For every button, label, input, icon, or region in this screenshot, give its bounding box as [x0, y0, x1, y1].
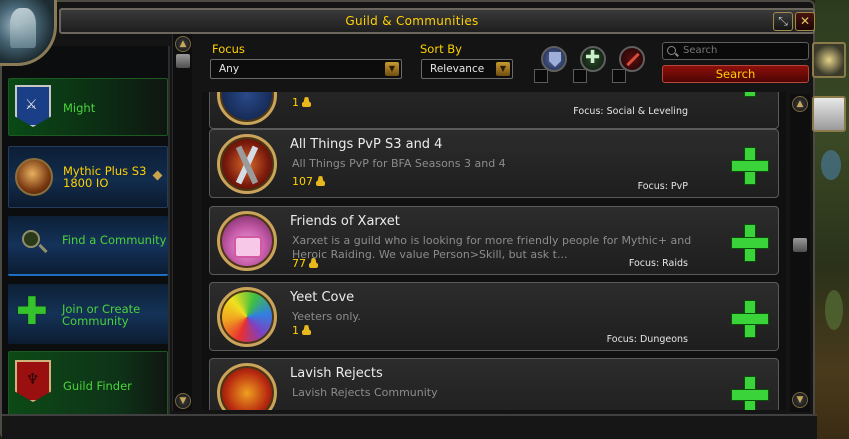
community-name: Lavish Rejects: [290, 366, 383, 381]
member-count-value: 1: [292, 96, 299, 109]
community-description: Xarxet is a guild who is looking for mor…: [292, 234, 692, 261]
guild-communities-window: Guild & Communities ⤡ ✕ ⚔ Might Mythic P…: [0, 0, 817, 439]
focus-label: Focus: [212, 42, 245, 56]
collapse-button[interactable]: ⤡: [773, 12, 793, 31]
focus-dropdown[interactable]: Any ▼: [210, 59, 402, 79]
scroll-down-button[interactable]: ▼: [792, 392, 808, 408]
member-count: 1: [292, 96, 311, 109]
sort-value: Relevance: [430, 63, 485, 75]
community-emblem-icon: [217, 363, 277, 410]
member-count-value: 1: [292, 324, 299, 337]
communities-tab-icon[interactable]: [812, 42, 846, 78]
list-item[interactable]: All Things PvP S3 and 4 All Things PvP f…: [209, 129, 779, 198]
community-name: Friends of Xarxet: [290, 214, 400, 229]
scroll-thumb[interactable]: [176, 54, 190, 68]
list-item[interactable]: Friends of Xarxet Xarxet is a guild who …: [209, 206, 779, 275]
sidebar-item-label: Guild Finder: [63, 379, 132, 393]
list-item[interactable]: Yeet Cove Yeeters only. 1 Focus: Dungeon…: [209, 282, 779, 351]
search-input[interactable]: Search: [662, 42, 809, 60]
sort-dropdown[interactable]: Relevance ▼: [421, 59, 513, 79]
tank-role-checkbox[interactable]: [534, 69, 548, 83]
plus-icon: ✚: [16, 289, 48, 333]
add-community-button[interactable]: [731, 376, 769, 410]
scroll-up-button[interactable]: ▲: [792, 96, 808, 112]
sidebar-item-join-create[interactable]: ✚ Join or Create Community: [8, 284, 168, 344]
title-bar[interactable]: Guild & Communities ⤡ ✕: [59, 8, 815, 34]
community-focus: Focus: PvP: [637, 181, 688, 192]
sidebar-item-mythic-plus[interactable]: Mythic Plus S3 1800 IO: [8, 146, 168, 208]
community-description: Lavish Rejects Community: [292, 386, 438, 399]
scroll-up-button[interactable]: ▲: [175, 36, 191, 52]
sidebar-item-sublabel: 1800 IO: [63, 176, 109, 190]
healer-role-checkbox[interactable]: [573, 69, 587, 83]
community-sidebar: ⚔ Might Mythic Plus S3 1800 IO Find a Co…: [2, 46, 170, 439]
member-count: 107: [292, 175, 325, 188]
add-community-button[interactable]: [731, 147, 769, 185]
sidebar-scrollbar[interactable]: ▲ ▼: [172, 34, 192, 411]
community-avatar-icon: [15, 158, 53, 196]
member-count: 1: [292, 324, 311, 337]
results-scrollbar[interactable]: ▲ ▼: [790, 94, 810, 412]
sidebar-item-label: Find a Community: [62, 233, 167, 247]
sidebar-item-find-community[interactable]: Find a Community: [8, 216, 168, 276]
community-results-list: 1 Focus: Social & Leveling All Things Pv…: [202, 92, 786, 410]
scroll-down-button[interactable]: ▼: [175, 393, 191, 409]
sidebar-item-guild-finder[interactable]: ♆ Guild Finder: [8, 351, 168, 419]
damage-role-checkbox[interactable]: [612, 69, 626, 83]
add-community-button[interactable]: [731, 300, 769, 338]
community-focus: Focus: Social & Leveling: [573, 106, 688, 117]
community-emblem-icon: [217, 287, 277, 347]
close-button[interactable]: ✕: [795, 12, 815, 31]
window-title: Guild & Communities: [345, 14, 479, 28]
add-community-button[interactable]: [731, 224, 769, 262]
sidebar-item-might[interactable]: ⚔ Might: [8, 78, 168, 136]
roster-tab-icon[interactable]: [812, 96, 846, 132]
add-community-button[interactable]: [731, 92, 769, 97]
community-emblem-icon: [217, 211, 277, 271]
member-count: 77: [292, 257, 318, 270]
scroll-thumb[interactable]: [793, 238, 807, 252]
list-item[interactable]: 1 Focus: Social & Leveling: [209, 92, 779, 129]
sidebar-item-label: Join or Create Community: [62, 302, 141, 328]
community-focus: Focus: Raids: [628, 258, 688, 269]
chevron-down-icon: ▼: [496, 62, 510, 76]
search-button[interactable]: Search: [662, 65, 809, 83]
list-item[interactable]: Lavish Rejects Lavish Rejects Community: [209, 358, 779, 410]
focus-value: Any: [219, 63, 240, 75]
community-name: Yeet Cove: [290, 290, 355, 305]
community-description: Yeeters only.: [292, 310, 361, 323]
person-icon: [316, 176, 325, 186]
diamond-icon: [152, 170, 163, 181]
sort-label: Sort By: [420, 42, 462, 56]
community-focus: Focus: Dungeons: [606, 334, 688, 345]
member-count-value: 77: [292, 257, 306, 270]
community-emblem-icon: [217, 134, 277, 194]
guild-banner-icon: ⚔: [15, 85, 51, 127]
member-count-value: 107: [292, 175, 313, 188]
person-icon: [309, 258, 318, 268]
community-name: All Things PvP S3 and 4: [290, 137, 443, 152]
person-icon: [302, 97, 311, 107]
magnifier-icon: [22, 230, 48, 254]
chevron-down-icon: ▼: [385, 62, 399, 76]
search-icon: [667, 46, 676, 55]
horde-banner-icon: ♆: [15, 360, 51, 402]
community-emblem-icon: [217, 92, 277, 125]
person-icon: [302, 325, 311, 335]
sidebar-item-label: Might: [63, 101, 96, 115]
community-description: All Things PvP for BFA Seasons 3 and 4: [292, 157, 506, 170]
bottom-bar: [2, 414, 817, 439]
